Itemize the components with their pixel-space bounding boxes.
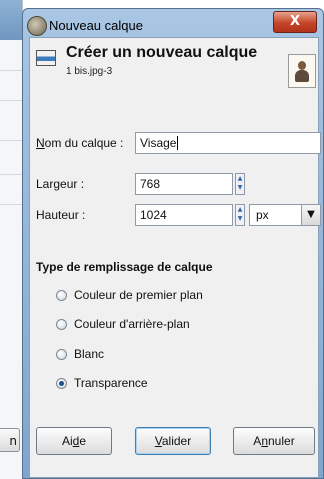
window-title: Nouveau calque: [49, 18, 143, 33]
height-label: Hauteur :: [36, 208, 86, 222]
cancel-button[interactable]: Annuler: [233, 427, 315, 455]
radio-button[interactable]: [56, 319, 67, 330]
height-value: 1024: [140, 208, 167, 222]
text-cursor: [177, 136, 179, 150]
dialog-header: Créer un nouveau calque 1 bis.jpg-3: [30, 38, 318, 114]
thumbnail-figure-head: [298, 61, 306, 70]
fill-option-label: Blanc: [74, 347, 105, 361]
dialog-client-area: Créer un nouveau calque 1 bis.jpg-3 Nom …: [29, 37, 321, 478]
close-icon: X: [289, 14, 301, 29]
spin-up-icon[interactable]: ▲: [237, 176, 243, 182]
spin-down-icon[interactable]: ▼: [237, 185, 243, 191]
divider: [0, 174, 22, 175]
new-layer-dialog: Nouveau calque X Créer un nouveau calque…: [22, 8, 324, 479]
width-value: 768: [140, 177, 161, 191]
radio-button-selected[interactable]: [56, 378, 67, 389]
image-thumbnail-icon: [288, 54, 316, 88]
chevron-down-icon[interactable]: ▼: [301, 205, 320, 225]
help-button[interactable]: Aide: [36, 427, 112, 455]
dialog-heading: Créer un nouveau calque: [66, 44, 258, 61]
gimp-app-icon: [27, 16, 47, 36]
thumbnail-figure-body: [295, 70, 309, 82]
ok-button[interactable]: Valider: [135, 427, 211, 455]
height-spinner[interactable]: ▲ ▼: [235, 204, 245, 226]
divider: [0, 100, 22, 101]
layer-name-label: Nom du calque :: [36, 136, 124, 150]
button-label: n: [9, 434, 17, 448]
divider: [0, 204, 22, 205]
unit-dropdown[interactable]: px ▼: [249, 204, 321, 226]
background-window-titlebar: [0, 0, 22, 40]
radio-button[interactable]: [56, 349, 67, 360]
width-input[interactable]: 768: [135, 173, 233, 195]
spin-up-icon[interactable]: ▲: [237, 207, 243, 213]
layer-name-value: Visage: [140, 136, 177, 150]
close-button[interactable]: X: [273, 11, 317, 33]
width-label: Largeur :: [36, 177, 85, 191]
spin-down-icon[interactable]: ▼: [237, 216, 243, 222]
fill-option-label: Couleur de premier plan: [74, 288, 203, 302]
unit-value: px: [256, 208, 269, 222]
fill-option-label: Couleur d'arrière-plan: [74, 317, 190, 331]
radio-button[interactable]: [56, 290, 67, 301]
fill-option-label: Transparence: [74, 376, 148, 390]
new-layer-icon: [36, 50, 56, 66]
height-input[interactable]: 1024: [135, 204, 233, 226]
divider: [0, 140, 22, 141]
background-window: n: [0, 0, 23, 479]
layer-name-input[interactable]: Visage: [135, 132, 321, 154]
divider: [0, 70, 22, 71]
width-spinner[interactable]: ▲ ▼: [235, 173, 245, 195]
fill-type-heading: Type de remplissage de calque: [36, 260, 213, 274]
image-name: 1 bis.jpg-3: [66, 66, 113, 77]
background-window-button[interactable]: n: [0, 428, 20, 452]
